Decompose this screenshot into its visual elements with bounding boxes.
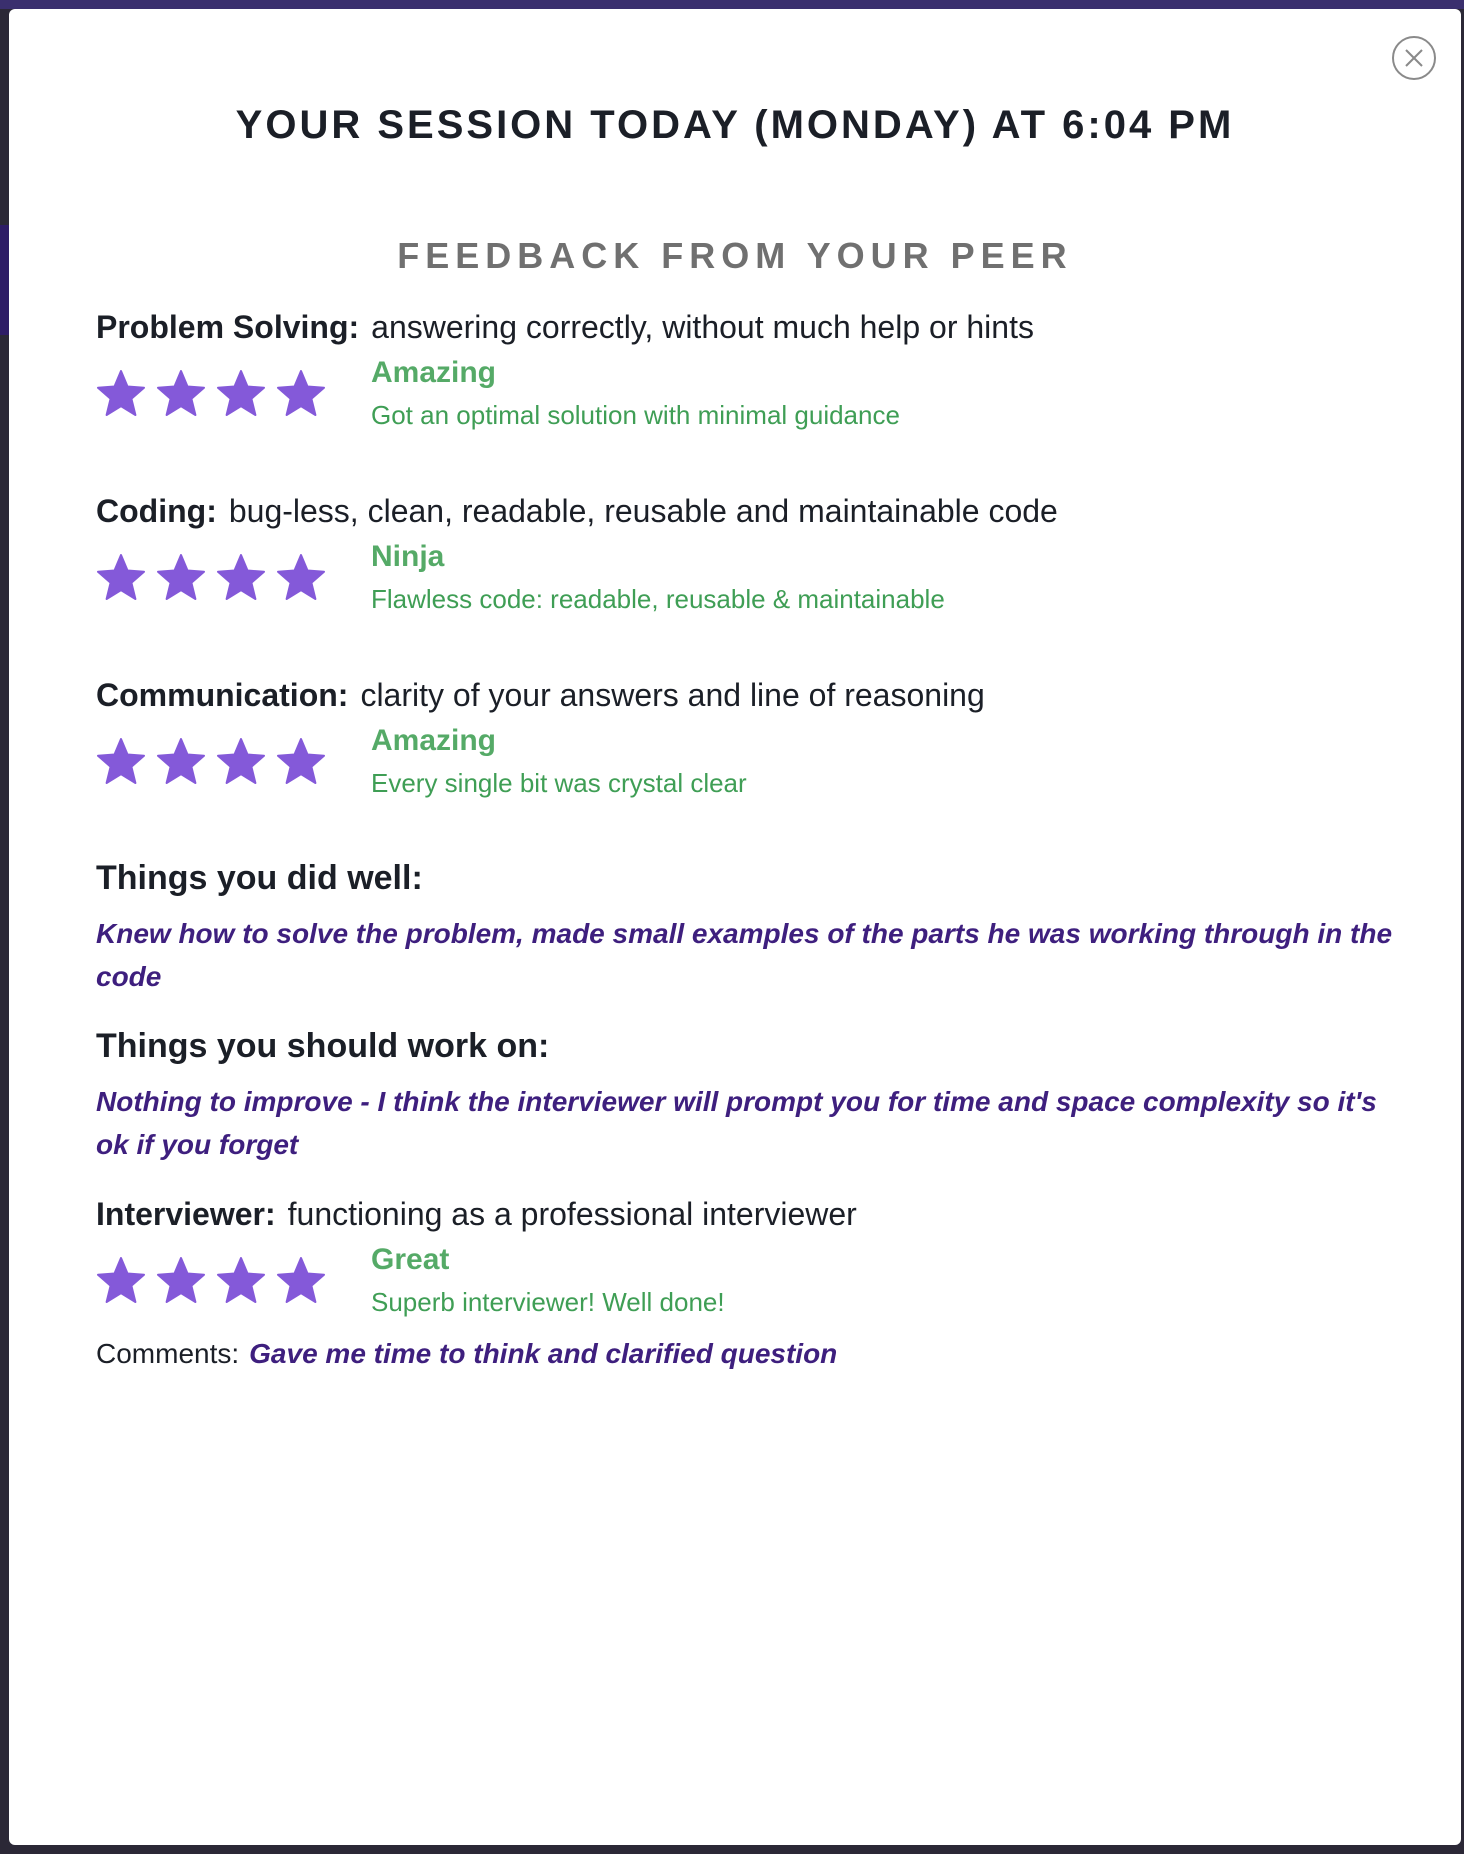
rating-row: Great Superb interviewer! Well done! bbox=[96, 1243, 1396, 1334]
backdrop-accent bbox=[0, 225, 9, 335]
rating-level: Ninja bbox=[371, 540, 445, 573]
star-icon bbox=[96, 1256, 146, 1306]
star-rating bbox=[96, 553, 336, 605]
rating-criteria: functioning as a professional interviewe… bbox=[287, 1196, 857, 1232]
rating-section-communication: Communication: clarity of your answers an… bbox=[96, 673, 1396, 830]
rating-name: Interviewer: bbox=[96, 1196, 276, 1232]
star-icon bbox=[156, 737, 206, 787]
rating-description: Superb interviewer! Well done! bbox=[371, 1287, 725, 1317]
did-well-section: Things you did well: Knew how to solve t… bbox=[96, 856, 1396, 998]
work-on-text: Nothing to improve - I think the intervi… bbox=[96, 1086, 1377, 1160]
star-icon bbox=[216, 553, 266, 603]
did-well-heading: Things you did well: bbox=[96, 859, 423, 897]
star-rating bbox=[96, 737, 336, 789]
rating-level: Amazing bbox=[371, 356, 497, 389]
backdrop-top-bar bbox=[0, 0, 1464, 9]
rating-name: Problem Solving: bbox=[96, 309, 360, 345]
comments-label: Comments: bbox=[96, 1338, 240, 1369]
did-well-text: Knew how to solve the problem, made smal… bbox=[96, 918, 1393, 992]
star-icon bbox=[216, 369, 266, 419]
work-on-section: Things you should work on: Nothing to im… bbox=[96, 1024, 1396, 1166]
star-icon bbox=[156, 1256, 206, 1306]
star-icon bbox=[96, 369, 146, 419]
star-icon bbox=[276, 369, 326, 419]
rating-section-problem-solving: Problem Solving: answering correctly, wit… bbox=[96, 305, 1396, 462]
rating-level: Great bbox=[371, 1243, 450, 1276]
feedback-subtitle: FEEDBACK FROM YOUR PEER bbox=[397, 235, 1073, 276]
rating-criteria: bug-less, clean, readable, reusable and … bbox=[228, 493, 1058, 529]
rating-row: Amazing Every single bit was crystal cle… bbox=[96, 724, 1396, 830]
feedback-modal: YOUR SESSION TODAY (MONDAY) AT 6:04 PM F… bbox=[9, 9, 1461, 1845]
rating-description: Flawless code: readable, reusable & main… bbox=[371, 584, 945, 614]
close-circle-icon[interactable] bbox=[1391, 35, 1437, 81]
rating-criteria: clarity of your answers and line of reas… bbox=[360, 677, 985, 713]
star-rating bbox=[96, 1256, 336, 1308]
rating-level: Amazing bbox=[371, 724, 497, 757]
session-title: YOUR SESSION TODAY (MONDAY) AT 6:04 PM bbox=[235, 103, 1235, 147]
star-icon bbox=[276, 553, 326, 603]
star-rating bbox=[96, 369, 336, 421]
comments: Comments: Gave me time to think and clari… bbox=[96, 1334, 1396, 1374]
star-icon bbox=[276, 1256, 326, 1306]
rating-name: Communication: bbox=[96, 677, 349, 713]
comments-text: Gave me time to think and clarified ques… bbox=[249, 1338, 838, 1369]
feedback-content: Problem Solving: answering correctly, wit… bbox=[96, 305, 1396, 1374]
rating-row: Ninja Flawless code: readable, reusable … bbox=[96, 540, 1396, 646]
star-icon bbox=[216, 1256, 266, 1306]
work-on-heading: Things you should work on: bbox=[96, 1027, 550, 1065]
star-icon bbox=[96, 553, 146, 603]
star-icon bbox=[156, 369, 206, 419]
rating-description: Got an optimal solution with minimal gui… bbox=[371, 400, 900, 430]
rating-section-coding: Coding: bug-less, clean, readable, reusab… bbox=[96, 489, 1396, 646]
star-icon bbox=[156, 553, 206, 603]
star-icon bbox=[96, 737, 146, 787]
star-icon bbox=[276, 737, 326, 787]
rating-name: Coding: bbox=[96, 493, 217, 529]
rating-criteria: answering correctly, without much help o… bbox=[371, 309, 1034, 345]
star-icon bbox=[216, 737, 266, 787]
close-button[interactable] bbox=[1391, 35, 1437, 81]
rating-description: Every single bit was crystal clear bbox=[371, 768, 747, 798]
rating-row: Amazing Got an optimal solution with min… bbox=[96, 356, 1396, 462]
rating-section-interviewer: Interviewer: functioning as a professiona… bbox=[96, 1192, 1396, 1334]
